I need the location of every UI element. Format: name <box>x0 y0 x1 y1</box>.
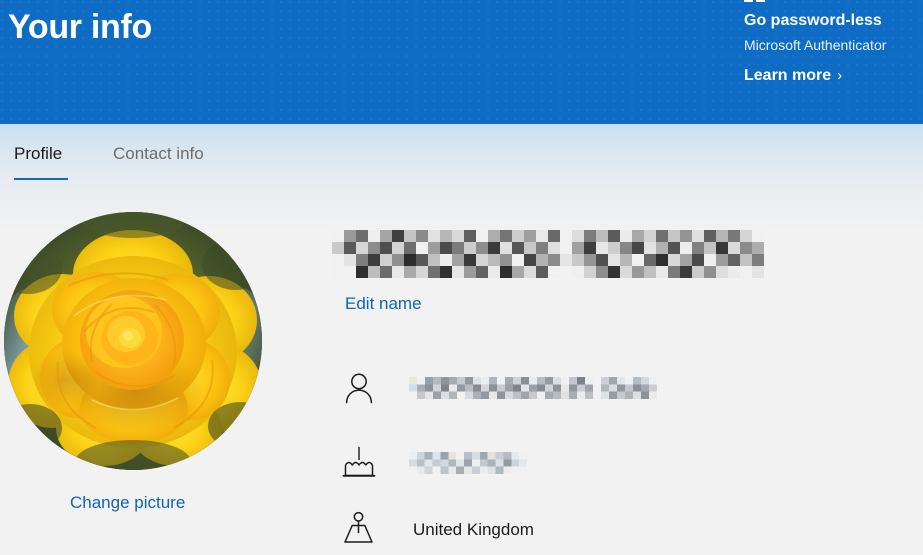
profile-photo-yellow-rose <box>4 212 262 470</box>
account-email-redacted <box>409 377 657 399</box>
tab-active-indicator <box>14 178 68 180</box>
birthday-cake-icon <box>339 443 379 483</box>
tab-contact-info[interactable]: Contact info <box>113 143 204 175</box>
change-picture-link[interactable]: Change picture <box>70 492 185 514</box>
learn-more-label: Learn more <box>744 67 832 84</box>
avatar[interactable] <box>4 212 262 470</box>
birthday-redacted <box>409 452 527 474</box>
account-name-redacted <box>332 230 764 278</box>
country-value: United Kingdom <box>413 520 534 539</box>
redaction-mosaic <box>409 377 657 399</box>
chevron-right-icon: › <box>837 67 843 84</box>
page-title: Your info <box>8 8 152 46</box>
promo-subtitle: Microsoft Authenticator <box>744 37 887 53</box>
person-icon <box>339 368 379 408</box>
authenticator-app-icon <box>744 0 766 2</box>
redaction-mosaic <box>332 230 764 278</box>
redaction-mosaic <box>409 452 527 474</box>
promo-title: Go password-less <box>744 12 882 29</box>
tab-profile[interactable]: Profile <box>14 143 62 175</box>
edit-name-link[interactable]: Edit name <box>345 293 422 315</box>
your-info-page: Your info Go password-less Microsoft Aut… <box>0 0 923 555</box>
learn-more-link[interactable]: Learn more › <box>744 66 842 86</box>
location-pin-icon <box>339 510 379 550</box>
page-header: Your info Go password-less Microsoft Aut… <box>0 0 923 124</box>
